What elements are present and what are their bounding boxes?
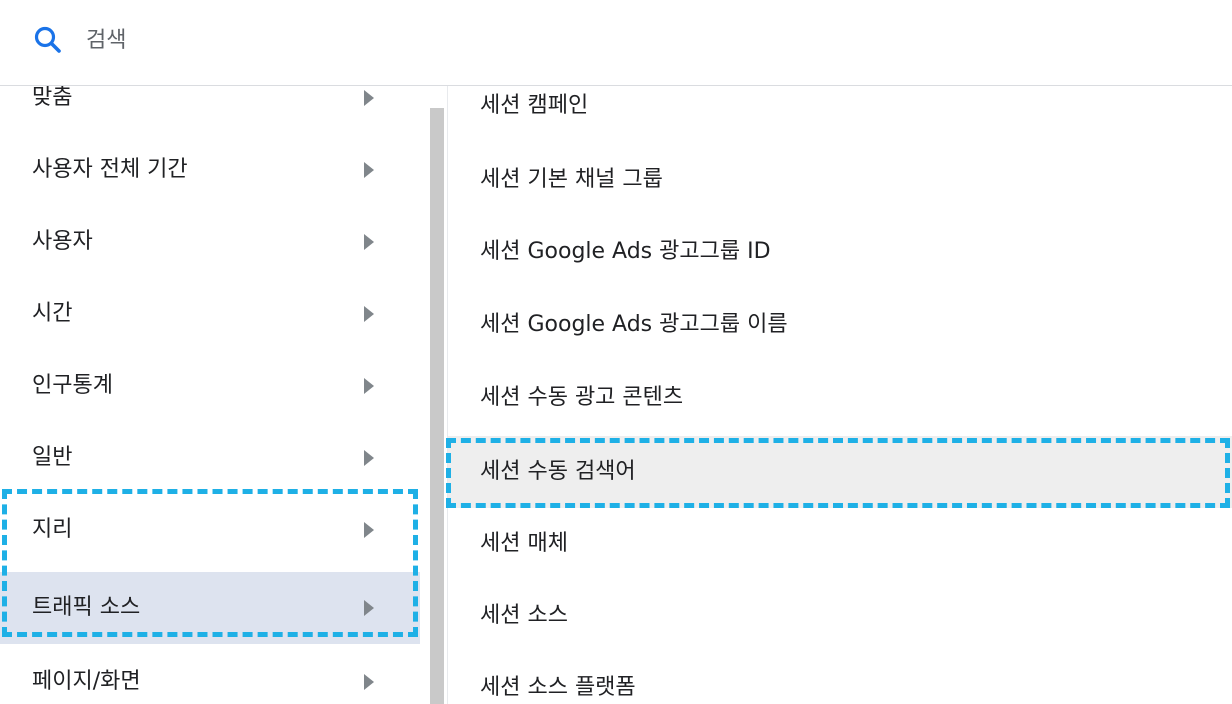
dimension-label: 세션 수동 검색어 (480, 459, 636, 484)
dimension-label: 세션 Google Ads 광고그룹 ID (480, 239, 771, 264)
dimension-picker: 맞춤 사용자 전체 기간 사용자 시간 인구통계 일반 지리 트래픽 소스 (0, 0, 1232, 704)
chevron-right-icon (364, 234, 374, 250)
category-item-page-screen[interactable]: 페이지/화면 (0, 646, 420, 704)
category-item-user[interactable]: 사용자 (0, 206, 420, 278)
category-item-geography[interactable]: 지리 (0, 494, 420, 566)
category-item-time[interactable]: 시간 (0, 278, 420, 350)
dimension-item[interactable]: 세션 수동 광고 콘텐츠 (448, 362, 1232, 434)
category-label: 인구통계 (32, 373, 113, 398)
chevron-right-icon (364, 378, 374, 394)
dimension-item[interactable]: 세션 캠페인 (448, 86, 1232, 142)
dimension-item[interactable]: 세션 소스 플랫폼 (448, 652, 1232, 704)
scrollbar-thumb[interactable] (430, 108, 444, 704)
dimension-label: 세션 캠페인 (480, 93, 589, 118)
category-label: 일반 (32, 445, 73, 470)
category-item-user-lifetime[interactable]: 사용자 전체 기간 (0, 134, 420, 206)
dimension-label: 세션 기본 채널 그룹 (480, 167, 663, 192)
dimension-item[interactable]: 세션 매체 (448, 508, 1232, 580)
category-label: 시간 (32, 301, 73, 326)
category-label: 사용자 전체 기간 (32, 157, 188, 182)
dimension-label: 세션 매체 (480, 531, 568, 556)
chevron-right-icon (364, 600, 374, 616)
chevron-right-icon (364, 674, 374, 690)
dimension-label: 세션 Google Ads 광고그룹 이름 (480, 312, 788, 337)
dimension-label: 세션 소스 (480, 603, 568, 628)
dimension-list: 세션 캠페인 세션 기본 채널 그룹 세션 Google Ads 광고그룹 ID… (448, 86, 1232, 704)
search-icon[interactable] (32, 24, 64, 56)
category-item-general[interactable]: 일반 (0, 422, 420, 494)
chevron-right-icon (364, 522, 374, 538)
chevron-right-icon (364, 90, 374, 106)
search-bar (0, 0, 1232, 86)
dimension-item[interactable]: 세션 소스 (448, 580, 1232, 652)
category-item-traffic-source[interactable]: 트래픽 소스 (0, 572, 420, 644)
search-input[interactable] (86, 22, 686, 58)
chevron-right-icon (364, 450, 374, 466)
chevron-right-icon (364, 306, 374, 322)
dimension-item[interactable]: 세션 기본 채널 그룹 (448, 144, 1232, 216)
category-label: 맞춤 (32, 86, 73, 110)
dimension-item[interactable]: 세션 Google Ads 광고그룹 ID (448, 216, 1232, 288)
dimension-label: 세션 소스 플랫폼 (480, 675, 636, 700)
category-label: 트래픽 소스 (32, 595, 141, 620)
category-list: 맞춤 사용자 전체 기간 사용자 시간 인구통계 일반 지리 트래픽 소스 페이… (0, 86, 428, 704)
category-scrollbar[interactable] (428, 86, 446, 704)
dimension-item[interactable]: 세션 Google Ads 광고그룹 이름 (448, 289, 1232, 361)
category-item-demographics[interactable]: 인구통계 (0, 350, 420, 422)
category-label: 페이지/화면 (32, 669, 141, 694)
category-label: 지리 (32, 517, 73, 542)
category-label: 사용자 (32, 229, 93, 254)
category-item-custom[interactable]: 맞춤 (0, 86, 420, 134)
chevron-right-icon (364, 162, 374, 178)
dimension-label: 세션 수동 광고 콘텐츠 (480, 385, 684, 410)
dimension-item-selected[interactable]: 세션 수동 검색어 (448, 436, 1232, 508)
